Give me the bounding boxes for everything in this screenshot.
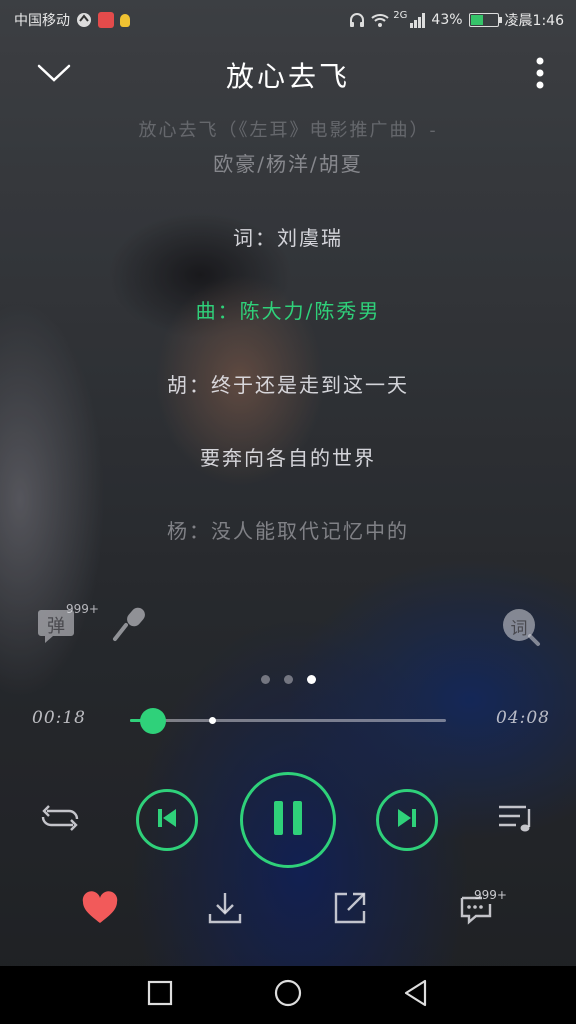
bulb-notification-icon: [120, 13, 130, 27]
next-icon: [395, 806, 419, 834]
lyric-line: 词：刘虞瑞: [233, 226, 343, 250]
seek-bar[interactable]: [130, 708, 446, 734]
elapsed-time: 00:18: [32, 708, 86, 728]
pause-icon: [272, 800, 304, 840]
lyric-line: 放心去飞（《左耳》电影推广曲）-: [138, 120, 438, 141]
lyric-line: 欧豪/杨洋/胡夏: [213, 152, 363, 176]
like-button[interactable]: [76, 886, 124, 934]
previous-button[interactable]: [136, 789, 198, 851]
nav-home-button[interactable]: [270, 977, 306, 1013]
danmu-count: 999+: [66, 602, 99, 616]
player-header: 放心去飞: [0, 45, 576, 105]
previous-icon: [155, 806, 179, 834]
lyric-line: 杨：没人能取代记忆中的: [167, 519, 409, 543]
headphones-icon: [349, 12, 365, 28]
system-nav-bar: [0, 966, 576, 1024]
status-bar: 中国移动 2G 43% 凌晨1:46: [0, 0, 576, 38]
battery-percent: 43%: [431, 12, 463, 28]
lyric-search-icon: 词: [501, 607, 541, 647]
mail-notification-icon: [98, 12, 114, 28]
battery-icon: [468, 13, 502, 27]
repeat-icon: [39, 801, 81, 839]
lyric-search-label: 词: [510, 619, 528, 639]
lyric-search-button[interactable]: 词: [500, 606, 542, 648]
share-icon: [332, 890, 368, 930]
lyric-line: 胡：终于还是走到这一天: [167, 373, 409, 397]
wifi-icon: [371, 12, 389, 28]
nav-home-icon: [274, 979, 302, 1011]
playlist-icon: [496, 801, 536, 839]
seek-thumb[interactable]: [140, 708, 167, 734]
total-time: 04:08: [496, 708, 550, 728]
microphone-icon: [111, 605, 149, 647]
heart-icon: [81, 891, 119, 929]
lyric-line: 要奔向各自的世界: [200, 446, 376, 470]
comments-count: 999+: [474, 888, 507, 902]
more-button[interactable]: [520, 55, 560, 95]
nav-recents-icon: [147, 980, 173, 1010]
player-screen: 中国移动 2G 43% 凌晨1:46 放心去飞 放心去飞（《左耳》电影推广曲）-…: [0, 0, 576, 1024]
signal-icon: [409, 12, 426, 28]
lyric-line-current: 曲：陈大力/陈秀男: [195, 299, 381, 323]
clock: 凌晨1:46: [504, 13, 564, 29]
page-dot: [260, 675, 270, 684]
download-button[interactable]: [201, 886, 249, 934]
play-pause-button[interactable]: [240, 772, 336, 868]
next-button[interactable]: [376, 789, 438, 851]
playlist-button[interactable]: [494, 800, 538, 840]
carrier-label: 中国移动: [14, 13, 70, 29]
nav-back-icon: [403, 979, 429, 1011]
network-type: 2G: [393, 9, 408, 21]
nav-recents-button[interactable]: [142, 977, 178, 1013]
share-button[interactable]: [326, 886, 374, 934]
song-title: 放心去飞: [225, 60, 350, 93]
page-indicator: [0, 675, 576, 684]
battery-level: [470, 15, 483, 25]
page-dot-active: [306, 675, 316, 684]
mic-button[interactable]: [110, 606, 150, 646]
page-dot: [283, 675, 293, 684]
more-vertical-icon: [536, 57, 544, 93]
nav-back-button[interactable]: [398, 977, 434, 1013]
download-icon: [207, 890, 243, 930]
repeat-mode-button[interactable]: [38, 800, 82, 840]
sync-icon: [76, 12, 92, 28]
